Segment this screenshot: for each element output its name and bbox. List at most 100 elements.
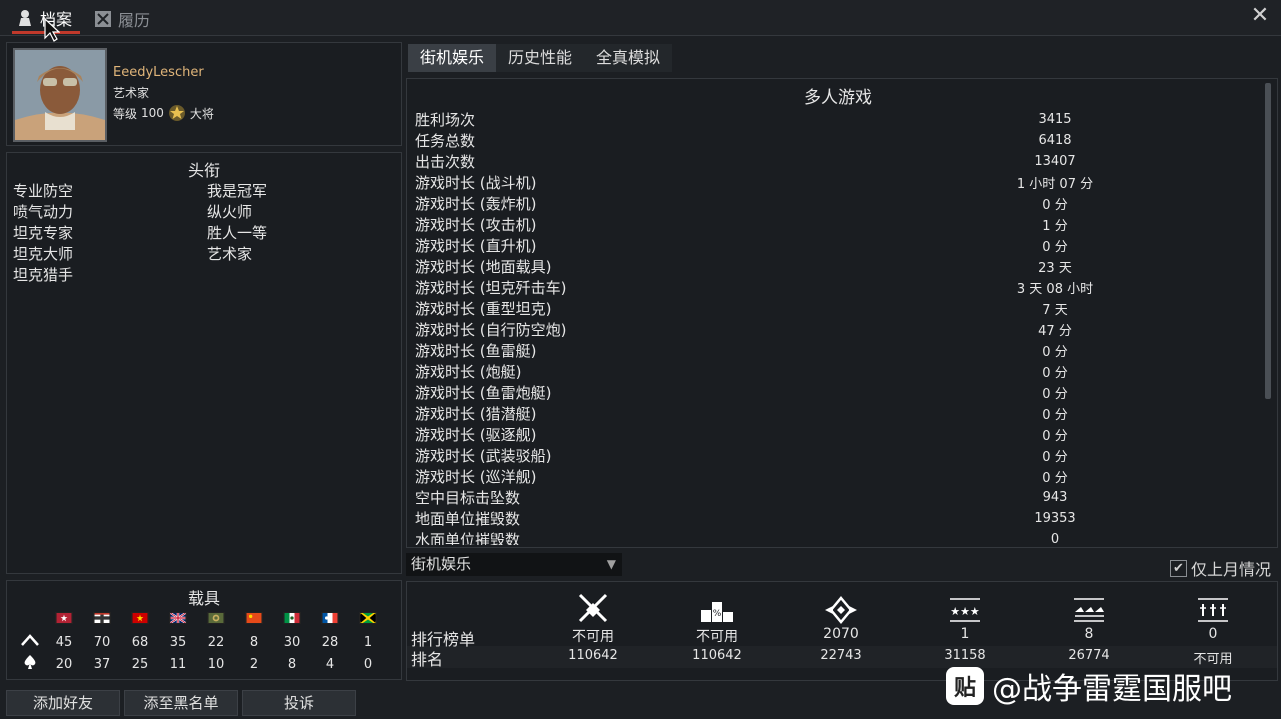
germany-flag-icon[interactable] bbox=[93, 612, 111, 624]
leaderboard-value: 1 bbox=[960, 626, 970, 642]
air-count: 8 bbox=[249, 634, 259, 650]
stat-value: 19353 bbox=[1034, 511, 1076, 526]
stat-label: 游戏时长 (坦克歼击车) bbox=[415, 279, 567, 297]
stat-row: 游戏时长 (驱逐舰) 0 分 bbox=[415, 424, 1267, 445]
stat-label: 游戏时长 (鱼雷艇) bbox=[415, 342, 537, 360]
mode-dropdown[interactable]: 街机娱乐 ▼ bbox=[406, 553, 622, 576]
stats-list: 胜利场次 3415 任务总数 6418 出击次数 13407 游戏时长 (战斗机) 1 … bbox=[415, 109, 1267, 545]
stat-row: 游戏时长 (武装驳船) 0 分 bbox=[415, 445, 1267, 466]
air-count: 30 bbox=[283, 634, 301, 650]
tab-simulator[interactable]: 全真模拟 bbox=[584, 44, 673, 72]
stat-label: 游戏时长 (武装驳船) bbox=[415, 447, 552, 465]
ussr-flag-icon[interactable] bbox=[131, 612, 149, 624]
add-blacklist-button[interactable]: 添至黑名单 bbox=[124, 690, 238, 716]
last-month-toggle[interactable]: ✔ 仅上月情况 bbox=[1170, 556, 1271, 580]
stat-value: 0 分 bbox=[1042, 198, 1068, 213]
stat-label: 游戏时长 (巡洋舰) bbox=[415, 468, 537, 486]
add-friend-button[interactable]: 添加好友 bbox=[6, 690, 120, 716]
leaderboard-value: 不可用 bbox=[572, 629, 614, 645]
title-item[interactable]: 坦克猎手 bbox=[13, 265, 207, 286]
stat-row: 游戏时长 (战斗机) 1 小时 07 分 bbox=[415, 172, 1267, 193]
stat-value: 0 分 bbox=[1042, 471, 1068, 486]
stat-row: 游戏时长 (猎潜艇) 0 分 bbox=[415, 403, 1267, 424]
stats-scrollbar[interactable] bbox=[1265, 83, 1271, 399]
rank-star-icon bbox=[168, 105, 185, 121]
air-count: 22 bbox=[207, 634, 225, 650]
title-item[interactable]: 坦克大师 bbox=[13, 244, 207, 265]
title-item[interactable]: 喷气动力 bbox=[13, 202, 207, 223]
stat-value: 0 分 bbox=[1042, 240, 1068, 255]
stat-label: 游戏时长 (猎潜艇) bbox=[415, 405, 537, 423]
france-flag-icon[interactable] bbox=[321, 612, 339, 624]
pilot-icon bbox=[19, 9, 31, 26]
svg-text:★★★: ★★★ bbox=[950, 605, 980, 618]
tab-history-label: 履历 bbox=[118, 11, 151, 30]
stat-value: 6418 bbox=[1038, 133, 1072, 148]
user-title: 艺术家 bbox=[113, 86, 150, 100]
italy-flag-icon[interactable] bbox=[283, 612, 301, 624]
title-item[interactable]: 专业防空 bbox=[13, 181, 207, 202]
leaderboard-column: 不可用 110642 bbox=[531, 582, 655, 663]
air-count: 68 bbox=[131, 634, 149, 650]
close-icon[interactable]: ✕ bbox=[1249, 5, 1271, 28]
tab-history[interactable]: 履历 bbox=[94, 4, 150, 34]
air-count: 35 bbox=[169, 634, 187, 650]
china-flag-icon[interactable] bbox=[245, 612, 263, 624]
uk-flag-icon[interactable] bbox=[169, 612, 187, 624]
username[interactable]: EeedyLescher bbox=[113, 65, 204, 80]
title-item[interactable]: 我是冠军 bbox=[207, 181, 397, 202]
japan-flag-icon[interactable] bbox=[207, 612, 225, 624]
level-label: 等级 bbox=[113, 106, 138, 121]
report-button[interactable]: 投诉 bbox=[242, 690, 356, 716]
history-icon bbox=[95, 11, 111, 27]
leaderboard-rank: 31158 bbox=[944, 648, 986, 663]
stat-value: 0 分 bbox=[1042, 450, 1068, 465]
title-item[interactable]: 坦克专家 bbox=[13, 223, 207, 244]
top-tab-bar: 档案 履历 ✕ bbox=[0, 0, 1281, 42]
mode-dropdown-value: 街机娱乐 bbox=[411, 555, 472, 573]
title-item[interactable]: 纵火师 bbox=[207, 202, 397, 223]
title-item[interactable]: 艺术家 bbox=[207, 244, 397, 265]
tab-realistic[interactable]: 历史性能 bbox=[496, 44, 585, 72]
stat-row: 游戏时长 (重型坦克) 7 天 bbox=[415, 298, 1267, 319]
air-count: 70 bbox=[93, 634, 111, 650]
stat-mode-tabs: 街机娱乐 历史性能 全真模拟 bbox=[408, 44, 673, 72]
ground-count: 8 bbox=[287, 656, 297, 672]
leaderboard-value: 0 bbox=[1208, 626, 1218, 642]
stat-value: 3 天 08 小时 bbox=[1016, 282, 1094, 297]
ground-vehicle-icon bbox=[15, 654, 45, 674]
stat-row: 水面单位摧毁数 0 bbox=[415, 529, 1267, 545]
chevron-down-icon: ▼ bbox=[606, 557, 616, 571]
leaderboard-rank: 110642 bbox=[692, 648, 742, 663]
ground-count: 25 bbox=[131, 656, 149, 672]
air-vehicle-icon bbox=[15, 633, 45, 651]
ground-count: 0 bbox=[363, 656, 373, 672]
ground-count: 11 bbox=[169, 656, 187, 672]
avatar[interactable] bbox=[13, 48, 107, 142]
vehicles-table: 45 70 68 35 22 8 30 28 1 20 37 25 11 10 … bbox=[15, 609, 387, 675]
usa-flag-icon[interactable] bbox=[55, 612, 73, 624]
titles-panel: 头衔 专业防空 我是冠军 喷气动力 纵火师 坦克专家 胜人一等 坦克大师 艺术家… bbox=[6, 152, 402, 574]
tieba-logo-icon: 贴 bbox=[946, 667, 984, 705]
mouse-cursor-icon bbox=[44, 18, 60, 42]
tab-arcade[interactable]: 街机娱乐 bbox=[408, 44, 497, 72]
stat-row: 出击次数 13407 bbox=[415, 151, 1267, 172]
stat-row: 游戏时长 (攻击机) 1 分 bbox=[415, 214, 1267, 235]
air-vehicles-row: 45 70 68 35 22 8 30 28 1 bbox=[15, 631, 387, 653]
checkbox-checked-icon[interactable]: ✔ bbox=[1170, 559, 1187, 577]
stat-row: 游戏时长 (坦克歼击车) 3 天 08 小时 bbox=[415, 277, 1267, 298]
title-item[interactable]: 胜人一等 bbox=[207, 223, 397, 244]
stat-row: 游戏时长 (鱼雷炮艇) 0 分 bbox=[415, 382, 1267, 403]
stat-row: 游戏时长 (直升机) 0 分 bbox=[415, 235, 1267, 256]
sweden-flag-icon[interactable] bbox=[359, 612, 377, 624]
stat-value: 0 分 bbox=[1042, 387, 1068, 402]
stat-label: 出击次数 bbox=[415, 153, 476, 171]
stat-row: 游戏时长 (炮艇) 0 分 bbox=[415, 361, 1267, 382]
svg-text:%: % bbox=[713, 609, 722, 619]
ground-count: 37 bbox=[93, 656, 111, 672]
leaderboard-column: 2070 22743 bbox=[779, 582, 903, 663]
leaderboard-rank: 110642 bbox=[568, 648, 618, 663]
leaderboard-value: 2070 bbox=[823, 626, 859, 642]
vehicles-heading: 载具 bbox=[187, 589, 220, 608]
titles-list: 专业防空 我是冠军 喷气动力 纵火师 坦克专家 胜人一等 坦克大师 艺术家 坦克… bbox=[13, 181, 397, 286]
